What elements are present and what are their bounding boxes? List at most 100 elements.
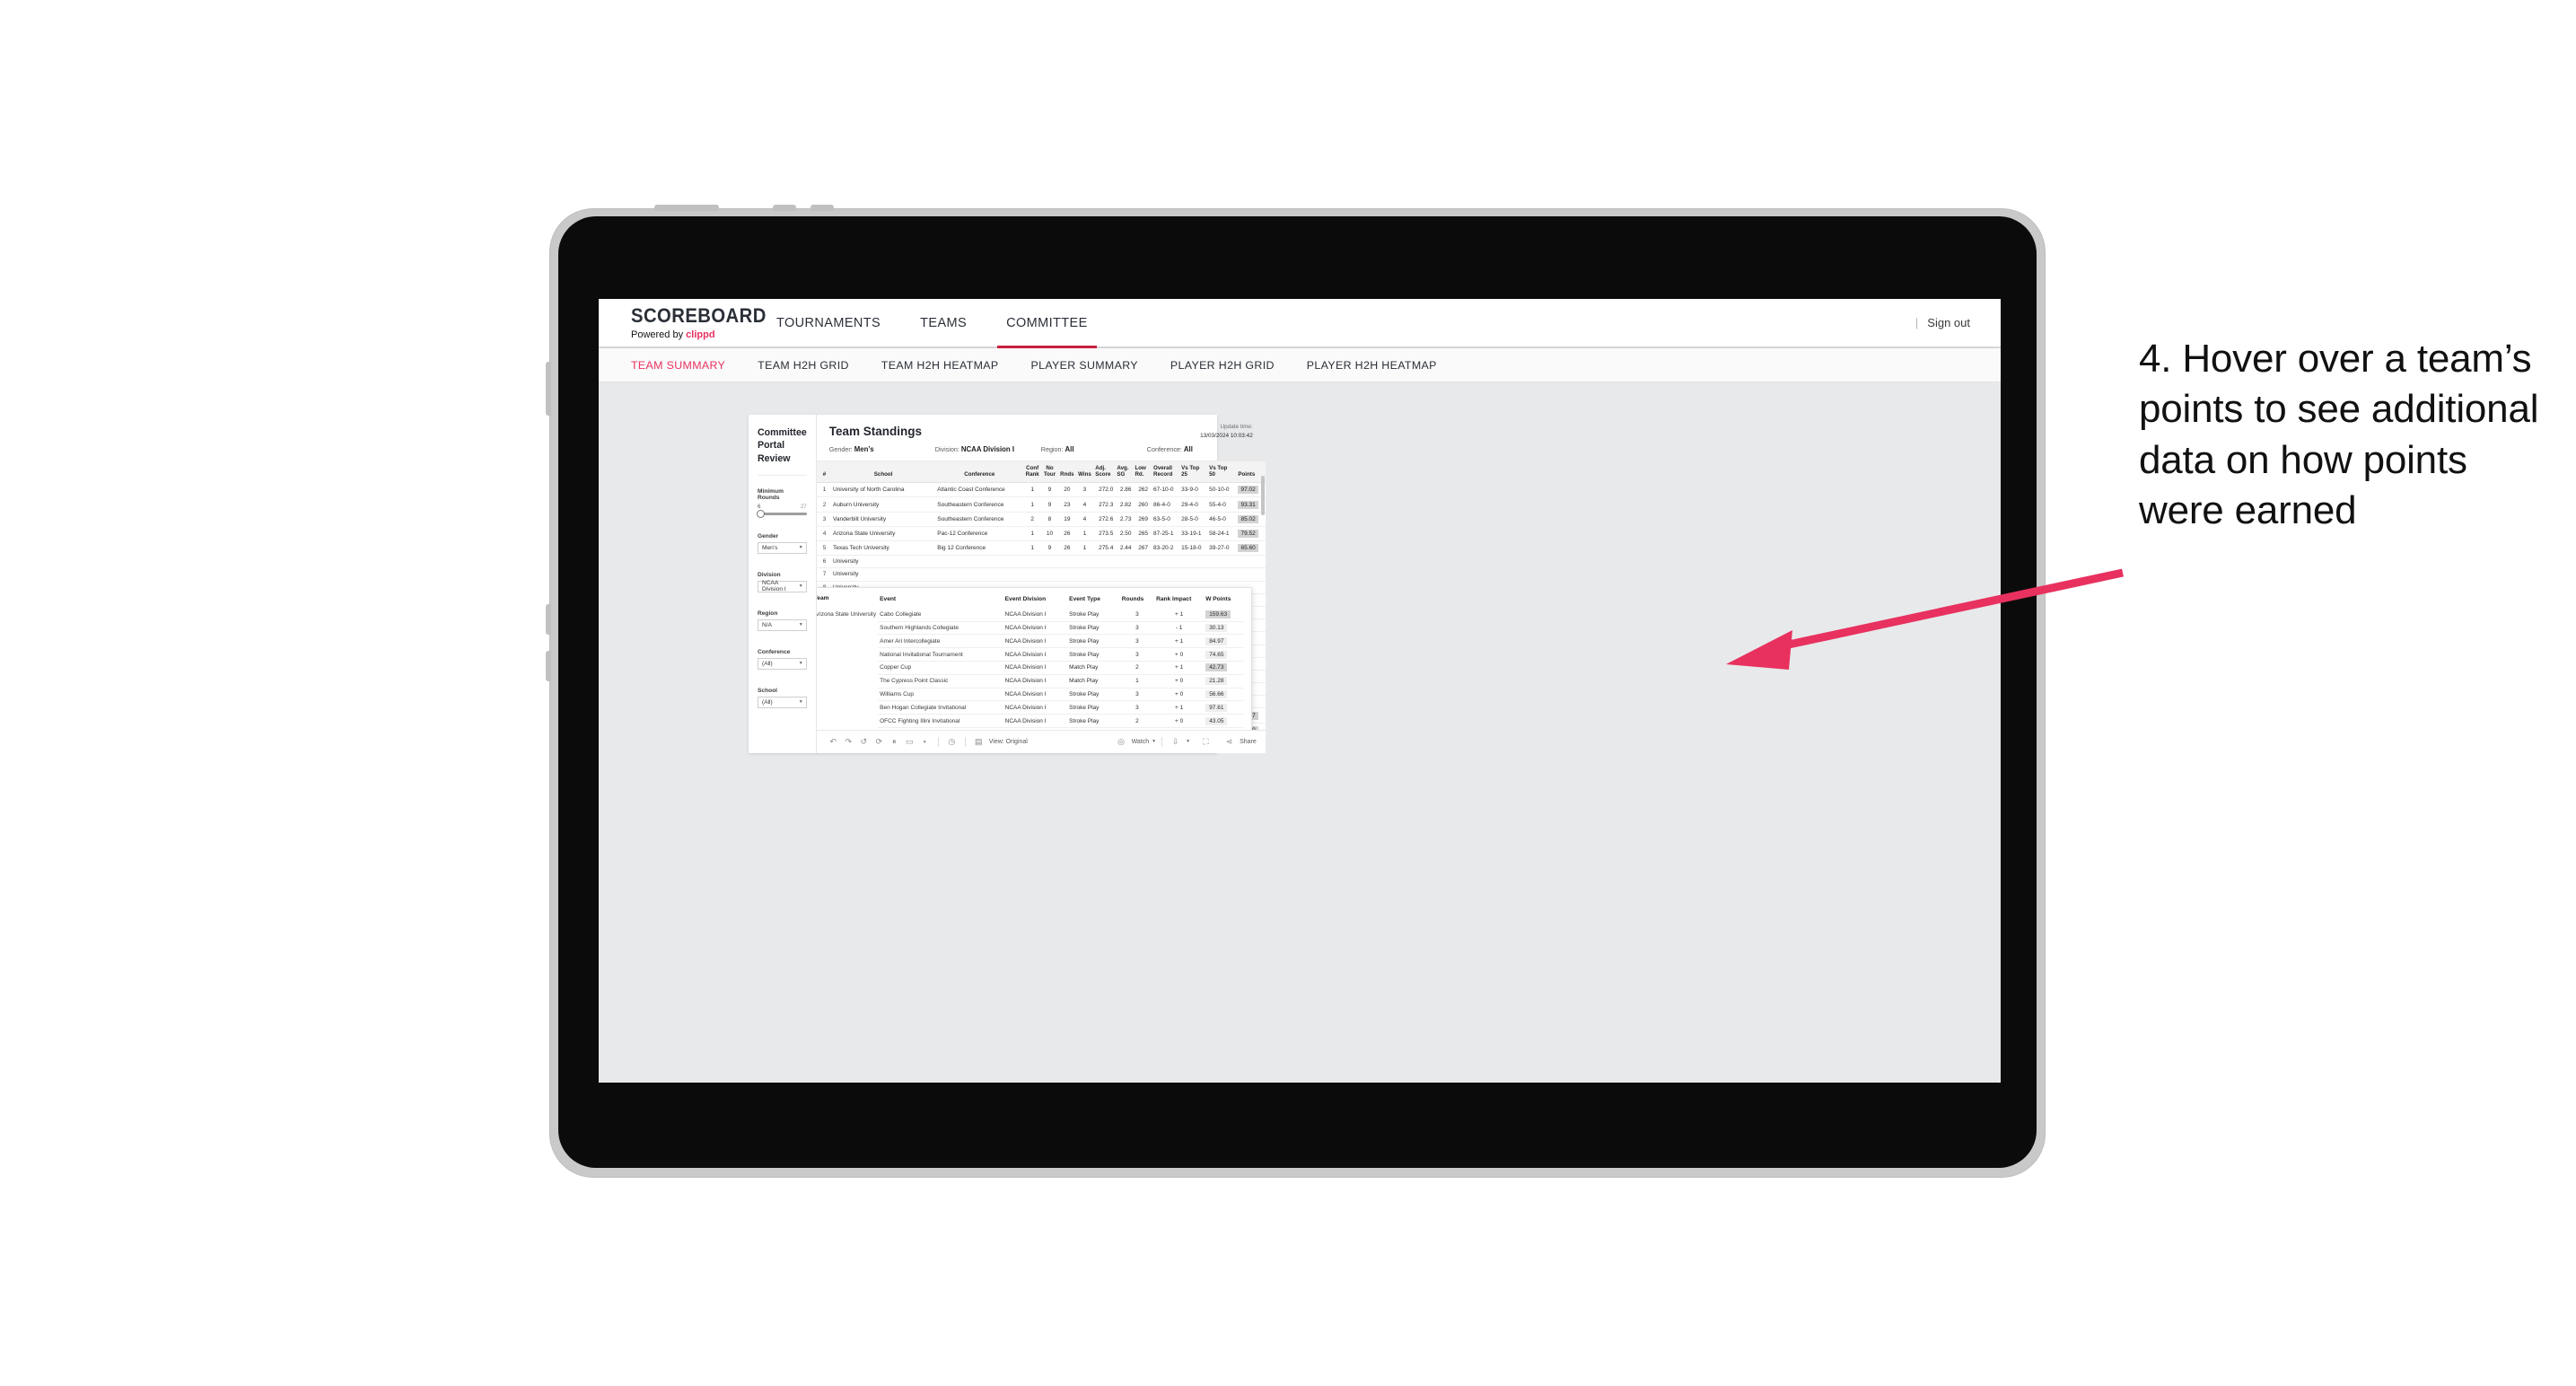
- tt-col-rank-impact: Rank Impact: [1156, 595, 1192, 602]
- tooltip-event-type: Stroke Play: [1067, 621, 1120, 636]
- tab-player-summary[interactable]: PLAYER SUMMARY: [1014, 359, 1153, 372]
- row-no-tour: 9: [1041, 482, 1058, 498]
- chevron-down-icon: ▼: [798, 544, 803, 550]
- tab-team-h2h-heatmap[interactable]: TEAM H2H HEATMAP: [865, 359, 1015, 372]
- gender-select[interactable]: Men’s ▼: [758, 541, 807, 554]
- tooltip-event-type: Stroke Play: [1067, 647, 1120, 662]
- col-avg-sg[interactable]: Avg. SG: [1115, 461, 1134, 484]
- table-row[interactable]: 4 Arizona State University Pac-12 Conferen…: [816, 526, 1266, 542]
- row-overall-record: 63-5-0: [1150, 512, 1180, 527]
- row-conference: [935, 567, 1024, 582]
- tooltip-rounds: 3: [1119, 647, 1155, 662]
- col-no-tour[interactable]: No Tour: [1041, 461, 1058, 484]
- share-button[interactable]: ⋖ Share: [1222, 734, 1257, 750]
- col-conference[interactable]: Conference: [935, 461, 1024, 484]
- region-select[interactable]: N/A ▼: [758, 618, 807, 631]
- col-overall-record[interactable]: Overall Record: [1150, 461, 1180, 484]
- tooltip-event: OFCC Fighting Illini Invitational: [878, 714, 1003, 728]
- nav-item-teams[interactable]: TEAMS: [900, 299, 986, 346]
- col-rnds[interactable]: Rnds: [1057, 461, 1076, 484]
- tooltip-event-type: Stroke Play: [1067, 714, 1120, 728]
- division-select[interactable]: NCAA Division I ▼: [758, 580, 807, 592]
- tooltip-rank-impact: + 1: [1154, 634, 1205, 649]
- col-conf-rank[interactable]: Conf Rank: [1023, 461, 1042, 484]
- chevron-down-icon: ▼: [1152, 739, 1157, 744]
- nav-item-tournaments[interactable]: TOURNAMENTS: [757, 299, 900, 346]
- col-rank-number[interactable]: #: [816, 461, 831, 484]
- tooltip-row: Southern Highlands Collegiate NCAA Divisi…: [817, 621, 1243, 636]
- row-wins: 1: [1075, 526, 1094, 542]
- col-vs-top-25[interactable]: Vs Top 25: [1179, 461, 1208, 484]
- gender-label: Gender: [758, 532, 779, 539]
- minimum-rounds-min: 6: [758, 503, 761, 510]
- download-button[interactable]: ⇩ ▼: [1168, 734, 1190, 750]
- sign-out-link[interactable]: Sign out: [1927, 316, 1970, 329]
- minimum-rounds-slider[interactable]: [757, 509, 807, 518]
- tooltip-table-head: Team Event Event Division Event Type Rou…: [817, 592, 1243, 609]
- row-no-tour: 9: [1041, 496, 1058, 513]
- tooltip-event-division: NCAA Division I: [1003, 727, 1068, 730]
- pause-updates-icon[interactable]: ⏸: [887, 734, 902, 750]
- redo-icon[interactable]: ↷: [841, 734, 856, 750]
- brand-logo[interactable]: SCOREBOARD Powered by clippd: [599, 299, 766, 346]
- row-rnds: [1057, 555, 1076, 569]
- row-points[interactable]: [1236, 555, 1266, 569]
- row-avg-sg: 2.86: [1115, 482, 1134, 498]
- table-row[interactable]: 7 University: [816, 567, 1266, 582]
- viz-toolbar: ↶ ↷ ↺ ⟳ ⏸ ▭ ▼ ◷ ▤ View: Original ◎ Watch…: [816, 730, 1266, 753]
- row-avg-sg: 2.50: [1115, 526, 1134, 542]
- w-points-chip: 42.73: [1205, 663, 1228, 672]
- tooltip-rank-impact: + 0: [1154, 688, 1205, 702]
- tooltip-rank-impact: + 0: [1154, 647, 1205, 662]
- row-points[interactable]: 79.52: [1236, 526, 1266, 542]
- undo-icon[interactable]: ↶: [826, 734, 841, 750]
- row-points[interactable]: 65.60: [1236, 540, 1266, 557]
- tooltip-rounds: 2: [1119, 661, 1155, 675]
- highlighter-icon[interactable]: ▭: [902, 734, 917, 750]
- table-row[interactable]: 6 University: [816, 555, 1266, 569]
- points-chip[interactable]: 65.60: [1238, 544, 1258, 553]
- conference-select[interactable]: (All) ▼: [758, 657, 807, 670]
- points-chip[interactable]: 93.31: [1238, 500, 1258, 509]
- col-school[interactable]: School: [830, 461, 936, 484]
- update-time-label: Update time:: [1220, 424, 1253, 430]
- table-row[interactable]: 2 Auburn University Southeastern Conferenc…: [816, 496, 1266, 513]
- share-icon: ⋖: [1225, 737, 1233, 746]
- tab-team-h2h-grid[interactable]: TEAM H2H GRID: [741, 359, 865, 372]
- school-value: (All): [762, 698, 773, 706]
- watch-button[interactable]: ◎ Watch ▼: [1114, 734, 1157, 750]
- nav-item-committee[interactable]: COMMITTEE: [986, 299, 1108, 348]
- tooltip-w-points: 21.28: [1204, 674, 1243, 689]
- tab-player-h2h-grid[interactable]: PLAYER H2H GRID: [1154, 359, 1291, 372]
- row-rnds: 19: [1057, 512, 1076, 527]
- row-avg-sg: [1115, 555, 1134, 569]
- tooltip-rank-impact: + 1: [1154, 608, 1205, 622]
- vertical-scrollbar[interactable]: [1260, 476, 1265, 515]
- tooltip-row: Williams Cup NCAA Division I Stroke Play 3 +…: [817, 688, 1243, 702]
- watch-icon: ◎: [1117, 737, 1125, 746]
- row-points[interactable]: [1236, 567, 1266, 582]
- tooltip-w-points: 30.13: [1204, 621, 1243, 636]
- history-icon[interactable]: ◷: [944, 734, 959, 750]
- col-vs-top-50[interactable]: Vs Top 50: [1207, 461, 1237, 484]
- points-chip[interactable]: 85.02: [1238, 514, 1258, 523]
- school-select[interactable]: (All) ▼: [758, 696, 807, 708]
- refresh-data-icon[interactable]: ⟳: [872, 734, 887, 750]
- col-low-rd[interactable]: Low Rd.: [1133, 461, 1151, 484]
- col-wins[interactable]: Wins: [1075, 461, 1094, 484]
- table-row[interactable]: 5 Texas Tech University Big 12 Conference 1…: [816, 540, 1266, 557]
- table-row[interactable]: 1 University of North Carolina Atlantic Co…: [816, 482, 1266, 498]
- tab-team-summary[interactable]: TEAM SUMMARY: [631, 359, 741, 372]
- points-chip[interactable]: 97.02: [1238, 486, 1258, 495]
- tab-player-h2h-heatmap[interactable]: PLAYER H2H HEATMAP: [1291, 359, 1453, 372]
- table-row[interactable]: 3 Vanderbilt University Southeastern Confe…: [816, 512, 1266, 527]
- revert-icon[interactable]: ↺: [856, 734, 872, 750]
- points-chip[interactable]: 79.52: [1238, 529, 1258, 538]
- row-conf-rank: [1023, 555, 1042, 569]
- slider-knob[interactable]: [757, 509, 765, 518]
- tooltip-row: Amer Ari Intercollegiate NCAA Division IS…: [817, 634, 1243, 649]
- chevron-down-icon[interactable]: ▼: [917, 734, 933, 750]
- view-original-button[interactable]: ▤ View: Original: [971, 734, 1028, 750]
- col-adj-score[interactable]: Adj. Score: [1093, 461, 1116, 484]
- fullscreen-icon[interactable]: ⛶: [1198, 734, 1214, 750]
